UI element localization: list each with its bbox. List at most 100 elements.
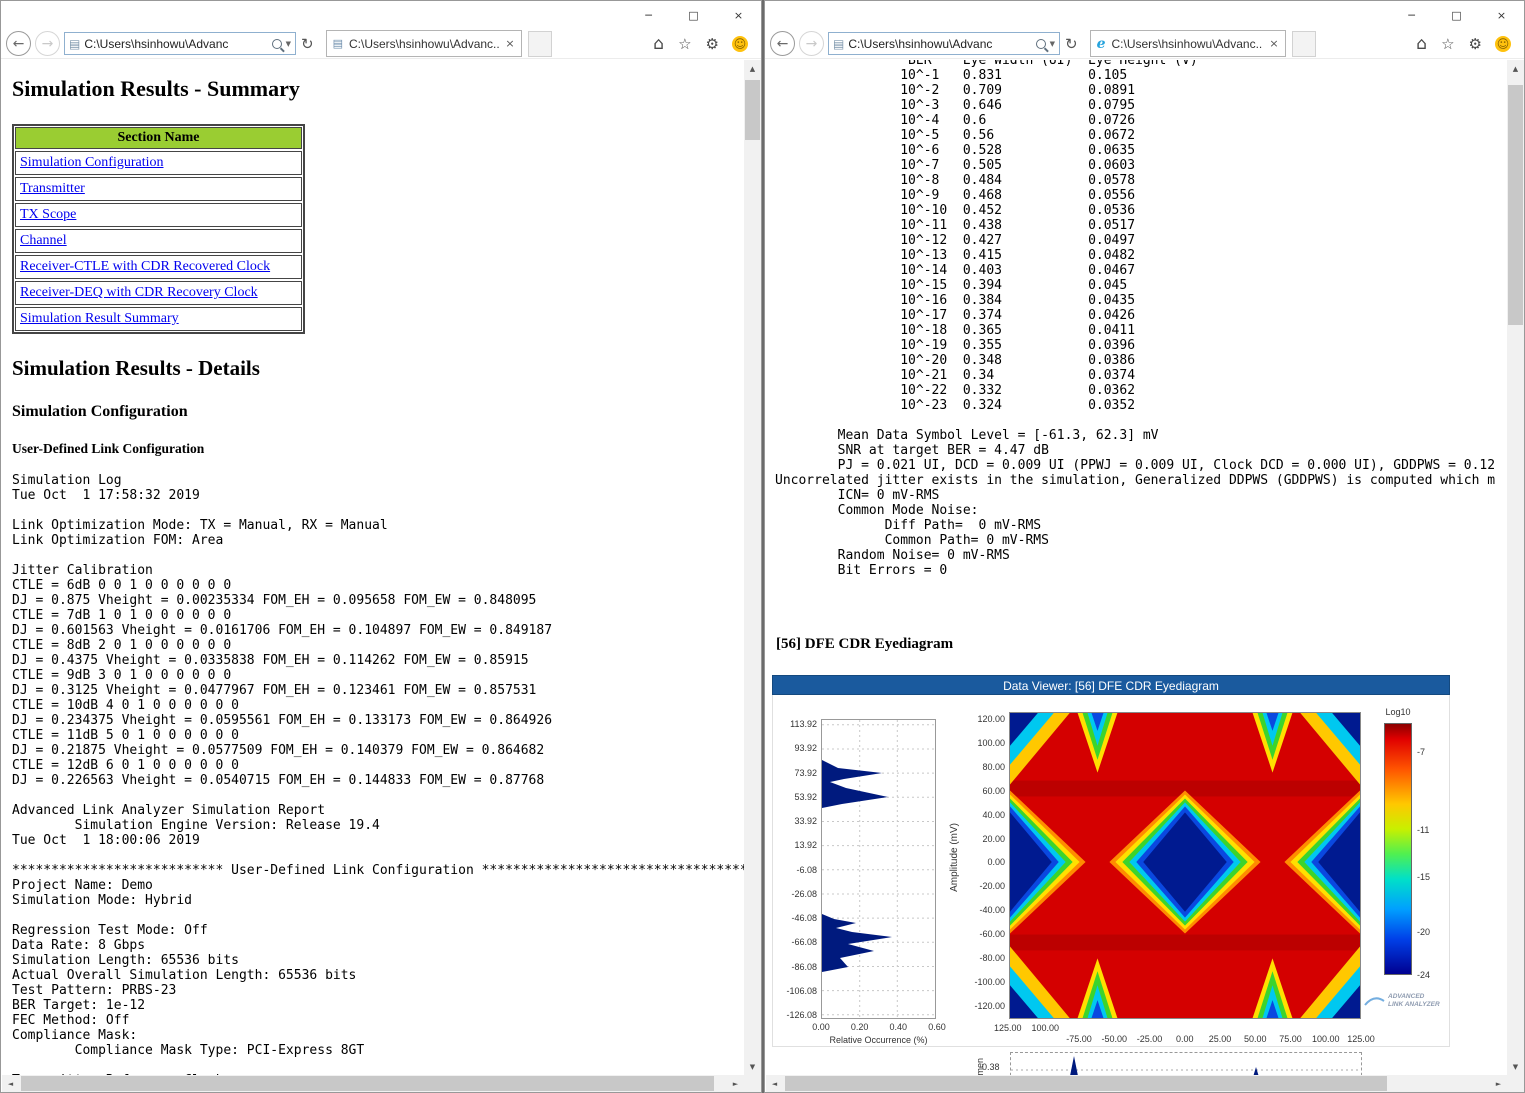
scroll-right-button[interactable]: ► [727, 1075, 744, 1092]
axis-tick: 60.00 [982, 786, 1005, 796]
address-bar[interactable]: ▤ C:\Users\hsinhowu\Advanc ▼ [64, 32, 296, 55]
section-link[interactable]: Receiver-DEQ with CDR Recovery Clock [15, 281, 302, 305]
settings-button[interactable]: ⚙ [1469, 35, 1482, 53]
axis-tick: 50.00 [1238, 1034, 1272, 1044]
scrollbar-thumb[interactable] [21, 1076, 714, 1091]
vertical-scrollbar[interactable]: ▲ ▼ [1507, 60, 1524, 1075]
axis-tick: 0.20 [845, 1022, 875, 1032]
maximize-button[interactable]: □ [1434, 1, 1479, 29]
section-link[interactable]: Receiver-CTLE with CDR Recovered Clock [15, 255, 302, 279]
minimize-button[interactable]: ─ [626, 1, 671, 29]
amplitude-histogram-svg [822, 720, 935, 1018]
forward-button[interactable]: → [799, 31, 824, 56]
bottom-partial-plot: men 0.38 [772, 1052, 1450, 1075]
colorbar-gradient [1384, 723, 1412, 975]
colorbar-tick: -7 [1417, 747, 1425, 757]
search-icon[interactable] [1036, 39, 1046, 49]
bottom-plot-axes [1010, 1052, 1362, 1075]
axis-tick: -6.08 [796, 865, 817, 875]
home-button[interactable]: ⌂ [1416, 34, 1427, 54]
data-viewer-panel: Data Viewer: [56] DFE CDR Eyediagram 113… [772, 675, 1450, 1047]
scroll-right-button[interactable]: ► [1490, 1075, 1507, 1092]
scroll-left-button[interactable]: ◄ [2, 1075, 19, 1092]
favorites-button[interactable]: ☆ [678, 35, 691, 53]
horizontal-scrollbar[interactable]: ◄ ► [2, 1075, 744, 1092]
tab-close-icon[interactable]: × [505, 37, 514, 50]
search-icon[interactable] [272, 39, 282, 49]
browser-tab[interactable]: e C:\Users\hsinhowu\Advanc... × [1090, 30, 1286, 57]
page-content-left: Simulation Results - Summary Section Nam… [2, 60, 744, 1075]
axis-tick: -106.08 [786, 986, 817, 996]
axis-tick: -40.00 [979, 905, 1005, 915]
section-link[interactable]: Channel [15, 229, 302, 253]
feedback-smiley-button[interactable]: ☺ [732, 36, 748, 52]
close-button[interactable]: × [716, 1, 761, 29]
browser-tab[interactable]: ▤ C:\Users\hsinhowu\Advanc... × [326, 30, 522, 57]
axis-tick: -75.00 [1062, 1034, 1096, 1044]
axis-tick: 80.00 [982, 762, 1005, 772]
scroll-left-button[interactable]: ◄ [766, 1075, 783, 1092]
axis-tick: 100.00 [1309, 1034, 1343, 1044]
axis-tick: -60.00 [979, 929, 1005, 939]
url-text[interactable]: C:\Users\hsinhowu\Advanc [84, 37, 267, 51]
section-link[interactable]: TX Scope [15, 203, 302, 227]
favorites-button[interactable]: ☆ [1441, 35, 1454, 53]
watermark-swoosh-icon [1363, 994, 1385, 1008]
feedback-smiley-button[interactable]: ☺ [1495, 36, 1511, 52]
section-table: Section Name Simulation ConfigurationTra… [12, 124, 305, 334]
eye-diagram-plot [1009, 712, 1361, 1019]
back-button[interactable]: ← [770, 31, 795, 56]
axis-tick: 53.92 [794, 792, 817, 802]
scroll-up-button[interactable]: ▲ [1507, 60, 1524, 77]
page-icon: ▤ [833, 37, 844, 51]
axis-tick: 113.92 [790, 719, 817, 729]
axis-tick: -86.08 [791, 962, 817, 972]
chevron-down-icon[interactable]: ▼ [1050, 40, 1055, 48]
ie-window-right: ─ □ × ← → ▤ C:\Users\hsinhowu\Advanc ▼ ↻… [764, 0, 1525, 1093]
scroll-up-button[interactable]: ▲ [744, 60, 761, 77]
section-link[interactable]: Simulation Configuration [15, 151, 302, 175]
minimize-button[interactable]: ─ [1389, 1, 1434, 29]
vertical-scrollbar[interactable]: ▲ ▼ [744, 60, 761, 1075]
ber-report-text: BER Eye Width (UI) Eye Height (V) 10^-1 … [775, 60, 1507, 578]
horizontal-scrollbar[interactable]: ◄ ► [766, 1075, 1507, 1092]
close-button[interactable]: × [1479, 1, 1524, 29]
titlebar[interactable]: ─ □ × [1, 1, 761, 29]
histogram-x-ticks: 0.000.200.400.60 [806, 1022, 952, 1032]
refresh-button[interactable]: ↻ [301, 35, 314, 53]
axis-tick: -46.08 [791, 913, 817, 923]
scrollbar-thumb[interactable] [785, 1076, 1387, 1091]
scroll-down-button[interactable]: ▼ [744, 1058, 761, 1075]
scroll-down-button[interactable]: ▼ [1507, 1058, 1524, 1075]
watermark-text: ADVANCED LINK ANALYZER [1388, 993, 1440, 1008]
navigation-bar: ← → ▤ C:\Users\hsinhowu\Advanc ▼ ↻ e C:\… [765, 29, 1524, 59]
axis-tick: 0.00 [987, 857, 1005, 867]
refresh-button[interactable]: ↻ [1065, 35, 1078, 53]
section-link[interactable]: Transmitter [15, 177, 302, 201]
details-heading: Simulation Results - Details [12, 356, 744, 381]
scrollbar-thumb[interactable] [745, 80, 760, 140]
amplitude-histogram-plot [821, 719, 936, 1019]
new-tab-stub[interactable] [1292, 31, 1316, 57]
maximize-button[interactable]: □ [671, 1, 716, 29]
eye-heatmap-svg [1010, 713, 1360, 1018]
axis-tick: -50.00 [1097, 1034, 1131, 1044]
address-bar[interactable]: ▤ C:\Users\hsinhowu\Advanc ▼ [828, 32, 1060, 55]
tab-close-icon[interactable]: × [1269, 37, 1278, 50]
window-controls: ─ □ × [626, 1, 761, 29]
chevron-down-icon[interactable]: ▼ [286, 40, 291, 48]
back-button[interactable]: ← [6, 31, 31, 56]
url-text[interactable]: C:\Users\hsinhowu\Advanc [848, 37, 1031, 51]
navigation-bar: ← → ▤ C:\Users\hsinhowu\Advanc ▼ ↻ ▤ C:\… [1, 29, 761, 59]
new-tab-stub[interactable] [528, 31, 552, 57]
scrollbar-thumb[interactable] [1508, 85, 1523, 325]
axis-tick: -80.00 [979, 953, 1005, 963]
forward-button[interactable]: → [35, 31, 60, 56]
eye-diagram-heading: [56] DFE CDR Eyediagram [776, 636, 1507, 653]
home-button[interactable]: ⌂ [653, 34, 664, 54]
titlebar[interactable]: ─ □ × [765, 1, 1524, 29]
section-link[interactable]: Simulation Result Summary [15, 307, 302, 331]
config-heading: Simulation Configuration [12, 403, 744, 421]
settings-button[interactable]: ⚙ [706, 35, 719, 53]
axis-tick: -20.00 [979, 881, 1005, 891]
